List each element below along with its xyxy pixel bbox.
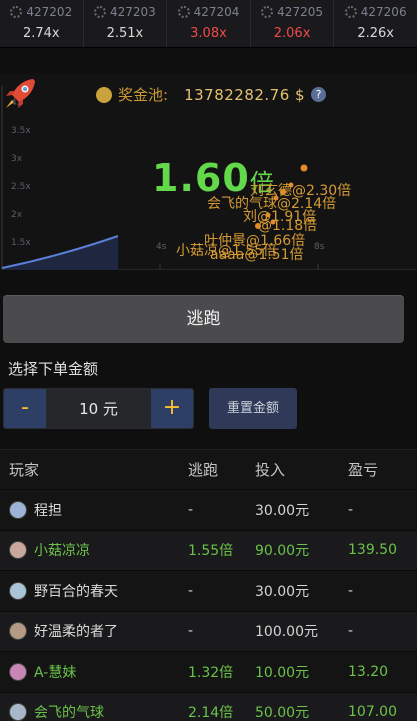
table-row[interactable]: 野百合的春天 - 30.00元 - — [0, 570, 417, 611]
round-id: 427202 — [26, 5, 73, 19]
round-icon — [261, 6, 274, 18]
prize-pool-value: 13782282.76 $ — [184, 85, 306, 104]
bet-cell: 10.00元 — [255, 664, 310, 681]
escape-cell: 2.14倍 — [188, 705, 234, 721]
escape-cell: 1.55倍 — [188, 543, 234, 560]
prize-pool-label: 奖金池: — [118, 86, 169, 104]
x-tick-label: 8s — [314, 242, 325, 252]
avatar — [9, 703, 27, 721]
reset-amount-button[interactable]: 重置金额 — [209, 388, 297, 429]
profit-cell: - — [348, 501, 354, 518]
table-row[interactable]: 小菇凉凉 1.55倍 90.00元 139.50 — [0, 529, 417, 570]
player-name: 小菇凉凉 — [34, 543, 90, 560]
round-icon — [10, 6, 23, 18]
y-tick-label: 2x — [11, 210, 23, 220]
profit-cell: - — [348, 623, 354, 640]
column-header-escape: 逃跑 — [188, 461, 219, 479]
avatar — [9, 622, 27, 641]
bet-cell: 100.00元 — [255, 624, 318, 641]
round-multiplier: 2.26x — [357, 26, 394, 41]
escape-cell: - — [188, 501, 194, 518]
round-icon — [344, 6, 357, 18]
column-header-profit: 盈亏 — [348, 461, 379, 479]
table-row[interactable]: A-慧妹 1.32倍 10.00元 13.20 — [0, 651, 417, 692]
coin-icon — [96, 86, 112, 103]
profit-cell: 107.00 — [348, 704, 397, 721]
table-row[interactable]: 会飞的气球 2.14倍 50.00元 107.00 — [0, 691, 417, 721]
decrease-button[interactable]: - — [4, 389, 46, 428]
amount-stepper: - 10 元 + — [3, 388, 194, 429]
prize-pool: 奖金池: 13782282.76 $ ? — [96, 84, 327, 105]
round-multiplier: 2.74x — [22, 26, 60, 41]
players-table: 玩家 逃跑 投入 盈亏 程担 - 30.00元 - 小菇凉凉 1.55倍 90.… — [0, 449, 417, 721]
increase-button[interactable]: + — [151, 389, 193, 428]
player-name: 野百合的春天 — [34, 583, 118, 600]
cashout-dot — [300, 164, 308, 172]
player-name: 好温柔的者了 — [34, 624, 118, 641]
profit-cell: - — [348, 582, 354, 599]
round-multiplier: 2.51x — [106, 26, 144, 41]
amount-title: 选择下单金额 — [8, 360, 99, 378]
profit-cell: 13.20 — [348, 663, 389, 680]
round-history-bar: 427202 2.74x 427203 2.51x 427204 3.08x 4… — [0, 0, 417, 48]
column-header-bet: 投入 — [255, 461, 286, 479]
avatar — [9, 581, 27, 600]
table-row[interactable]: 程担 - 30.00元 - — [0, 489, 417, 530]
round-icon — [93, 6, 106, 18]
round-multiplier: 2.06x — [273, 26, 311, 41]
escape-button[interactable]: 逃跑 — [3, 295, 404, 343]
player-name: 程担 — [34, 502, 62, 519]
rocket-icon — [6, 79, 35, 108]
round-id: 427204 — [193, 5, 240, 19]
y-tick-label: 2.5x — [11, 182, 31, 192]
history-item[interactable]: 427202 2.74x — [0, 0, 84, 47]
round-id: 427206 — [360, 5, 407, 19]
player-cashout-tag: aaaa@1.51倍 — [210, 247, 304, 263]
table-row[interactable]: 好温柔的者了 - 100.00元 - — [0, 610, 417, 651]
avatar — [9, 662, 27, 681]
round-id: 427203 — [109, 5, 156, 19]
round-icon — [177, 6, 190, 18]
x-tick-label: 4s — [156, 242, 167, 252]
avatar — [9, 541, 27, 560]
profit-cell: 139.50 — [348, 542, 397, 559]
question-icon[interactable]: ? — [311, 87, 327, 102]
bet-cell: 50.00元 — [255, 705, 310, 721]
player-name: A-慧妹 — [34, 664, 77, 681]
round-multiplier: 3.08x — [190, 26, 227, 41]
amount-value[interactable]: 10 元 — [46, 389, 151, 428]
history-item[interactable]: 427204 3.08x — [167, 0, 251, 47]
history-item[interactable]: 427205 2.06x — [251, 0, 335, 47]
crash-chart: 4x 3.5x 3x 2.5x 2x 1.5x 4s 8s 奖金池: 13782… — [0, 74, 417, 270]
history-item[interactable]: 427206 2.26x — [334, 0, 417, 47]
y-tick-label: 3x — [11, 154, 23, 164]
escape-cell: - — [188, 582, 194, 599]
y-tick-label: 3.5x — [11, 126, 31, 136]
escape-cell: 1.32倍 — [188, 664, 234, 681]
round-id: 427205 — [277, 5, 323, 19]
column-header-player: 玩家 — [9, 461, 40, 479]
bet-cell: 90.00元 — [255, 543, 310, 560]
avatar — [9, 500, 27, 519]
bet-cell: 30.00元 — [255, 502, 310, 519]
table-header: 玩家 逃跑 投入 盈亏 — [0, 449, 417, 489]
escape-cell: - — [188, 623, 194, 640]
y-tick-label: 1.5x — [11, 238, 31, 248]
bet-cell: 30.00元 — [255, 583, 310, 600]
history-item[interactable]: 427203 2.51x — [84, 0, 168, 47]
player-name: 会飞的气球 — [34, 705, 104, 721]
